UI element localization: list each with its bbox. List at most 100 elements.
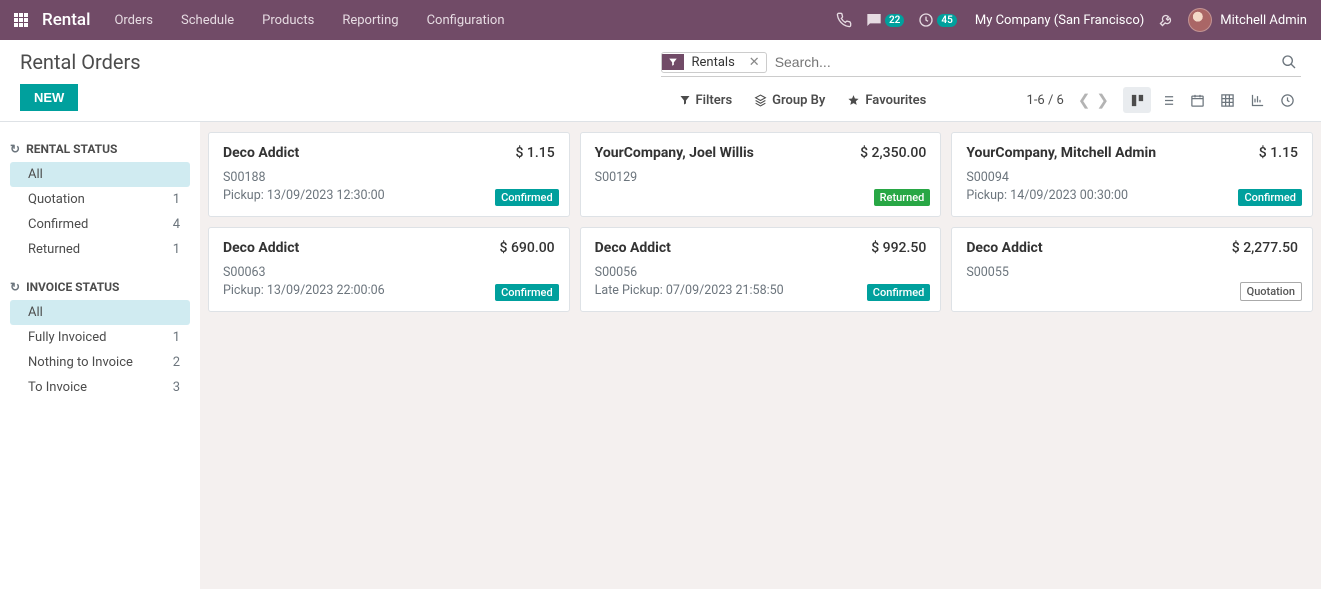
filters-button[interactable]: Filters [679, 93, 733, 108]
search-bar: Rentals ✕ [661, 50, 1302, 77]
card-price: $ 1.15 [515, 145, 554, 161]
card-title: Deco Addict [595, 240, 671, 256]
status-badge: Quotation [1240, 282, 1302, 301]
user-menu[interactable]: Mitchell Admin [1220, 13, 1307, 28]
card-order-ref: S00094 [966, 169, 1298, 187]
activities-icon[interactable]: 45 [918, 12, 956, 28]
refresh-icon: ↻ [10, 280, 20, 294]
status-badge: Confirmed [495, 189, 559, 206]
pager-next-icon[interactable]: ❯ [1096, 91, 1109, 109]
kanban-card[interactable]: Deco Addict$ 1.15S00188Pickup: 13/09/202… [208, 132, 570, 217]
favourites-label: Favourites [865, 93, 926, 108]
control-panel: Rental Orders NEW Rentals ✕ Filters [0, 40, 1321, 122]
page-title: Rental Orders [20, 50, 661, 74]
view-kanban-icon[interactable] [1123, 87, 1151, 113]
sidebar-item-label: To Invoice [28, 380, 87, 395]
filter-icon [662, 54, 684, 70]
card-order-ref: S00188 [223, 169, 555, 187]
groupby-label: Group By [772, 93, 825, 108]
sidebar-item-label: All [28, 167, 43, 182]
phone-icon[interactable] [836, 12, 852, 28]
company-switcher[interactable]: My Company (San Francisco) [975, 13, 1144, 28]
sidebar-item-label: All [28, 305, 43, 320]
pager-prev-icon[interactable]: ❮ [1078, 91, 1091, 109]
status-badge: Confirmed [495, 284, 559, 301]
avatar[interactable] [1188, 8, 1212, 32]
card-price: $ 992.50 [871, 240, 926, 256]
sidebar-item-invoice-0[interactable]: All [10, 300, 190, 325]
card-title: YourCompany, Joel Willis [595, 145, 754, 161]
kanban-card[interactable]: Deco Addict$ 690.00S00063Pickup: 13/09/2… [208, 227, 570, 312]
card-order-ref: S00056 [595, 264, 927, 282]
nav-reporting[interactable]: Reporting [342, 13, 398, 28]
view-pivot-icon[interactable] [1213, 87, 1241, 113]
pager-text: 1-6 / 6 [1027, 93, 1064, 108]
view-activity-icon[interactable] [1273, 87, 1301, 113]
sidebar-item-count: 1 [173, 330, 180, 345]
search-input[interactable] [773, 50, 1277, 74]
search-facet-rentals: Rentals ✕ [661, 52, 767, 73]
sidebar-item-rental-0[interactable]: All [10, 162, 190, 187]
messages-badge: 22 [885, 14, 904, 27]
sidebar-item-label: Returned [28, 242, 80, 257]
card-title: Deco Addict [223, 240, 299, 256]
sidebar-item-label: Quotation [28, 192, 85, 207]
facet-remove-icon[interactable]: ✕ [743, 53, 766, 72]
status-badge: Confirmed [867, 284, 931, 301]
left-sidebar: ↻ RENTAL STATUS All Quotation 1 Confirmed 4 R… [0, 122, 200, 589]
kanban-card[interactable]: YourCompany, Mitchell Admin$ 1.15S00094P… [951, 132, 1313, 217]
nav-products[interactable]: Products [262, 13, 314, 28]
sidebar-item-count: 3 [173, 380, 180, 395]
sidebar-item-label: Fully Invoiced [28, 330, 106, 345]
card-price: $ 2,350.00 [860, 145, 926, 161]
main-content: Deco Addict$ 1.15S00188Pickup: 13/09/202… [200, 122, 1321, 589]
groupby-button[interactable]: Group By [754, 93, 825, 108]
card-price: $ 2,277.50 [1232, 240, 1298, 256]
kanban-card[interactable]: YourCompany, Joel Willis $ 2,350.00 S00129… [580, 132, 942, 217]
messages-icon[interactable]: 22 [866, 12, 904, 28]
new-button[interactable]: NEW [20, 84, 78, 111]
sidebar-item-label: Confirmed [28, 217, 88, 232]
view-list-icon[interactable] [1153, 87, 1181, 113]
sidebar-item-count: 4 [173, 217, 180, 232]
sidebar-item-invoice-2[interactable]: Nothing to Invoice 2 [10, 350, 190, 375]
sidebar-item-invoice-1[interactable]: Fully Invoiced 1 [10, 325, 190, 350]
sidebar-rental-status: ↻ RENTAL STATUS All Quotation 1 Confirmed 4 R… [10, 142, 190, 262]
kanban-card[interactable]: Deco Addict$ 992.50S00056Late Pickup: 07… [580, 227, 942, 312]
sidebar-item-label: Nothing to Invoice [28, 355, 133, 370]
view-graph-icon[interactable] [1243, 87, 1271, 113]
sidebar-item-rental-2[interactable]: Confirmed 4 [10, 212, 190, 237]
kanban-card[interactable]: Deco Addict $ 2,277.50 S00055Quotation [951, 227, 1313, 312]
sidebar-item-count: 2 [173, 355, 180, 370]
nav-orders[interactable]: Orders [114, 13, 153, 28]
sidebar-heading-rental[interactable]: ↻ RENTAL STATUS [10, 142, 190, 156]
sidebar-item-rental-1[interactable]: Quotation 1 [10, 187, 190, 212]
facet-label: Rentals [684, 53, 743, 72]
card-order-ref: S00055 [966, 264, 1298, 282]
nav-brand[interactable]: Rental [42, 10, 90, 30]
activities-badge: 45 [937, 14, 956, 27]
sidebar-invoice-status: ↻ INVOICE STATUS All Fully Invoiced 1 Nothi… [10, 280, 190, 400]
refresh-icon: ↻ [10, 142, 20, 156]
search-icon[interactable] [1277, 54, 1301, 70]
view-calendar-icon[interactable] [1183, 87, 1211, 113]
card-title: Deco Addict [223, 145, 299, 161]
card-price: $ 690.00 [500, 240, 555, 256]
card-title: YourCompany, Mitchell Admin [966, 145, 1156, 161]
apps-icon[interactable] [14, 11, 32, 29]
sidebar-item-rental-3[interactable]: Returned 1 [10, 237, 190, 262]
top-navbar: Rental Orders Schedule Products Reportin… [0, 0, 1321, 40]
card-price: $ 1.15 [1259, 145, 1298, 161]
card-body: S00055 [966, 264, 1298, 282]
sidebar-item-count: 1 [173, 242, 180, 257]
nav-schedule[interactable]: Schedule [181, 13, 234, 28]
filters-label: Filters [696, 93, 733, 108]
card-order-ref: S00129 [595, 169, 927, 187]
sidebar-item-count: 1 [173, 192, 180, 207]
nav-configuration[interactable]: Configuration [427, 13, 505, 28]
card-title: Deco Addict [966, 240, 1042, 256]
sidebar-item-invoice-3[interactable]: To Invoice 3 [10, 375, 190, 400]
debug-icon[interactable] [1158, 12, 1174, 28]
sidebar-heading-invoice[interactable]: ↻ INVOICE STATUS [10, 280, 190, 294]
favourites-button[interactable]: Favourites [847, 93, 926, 108]
